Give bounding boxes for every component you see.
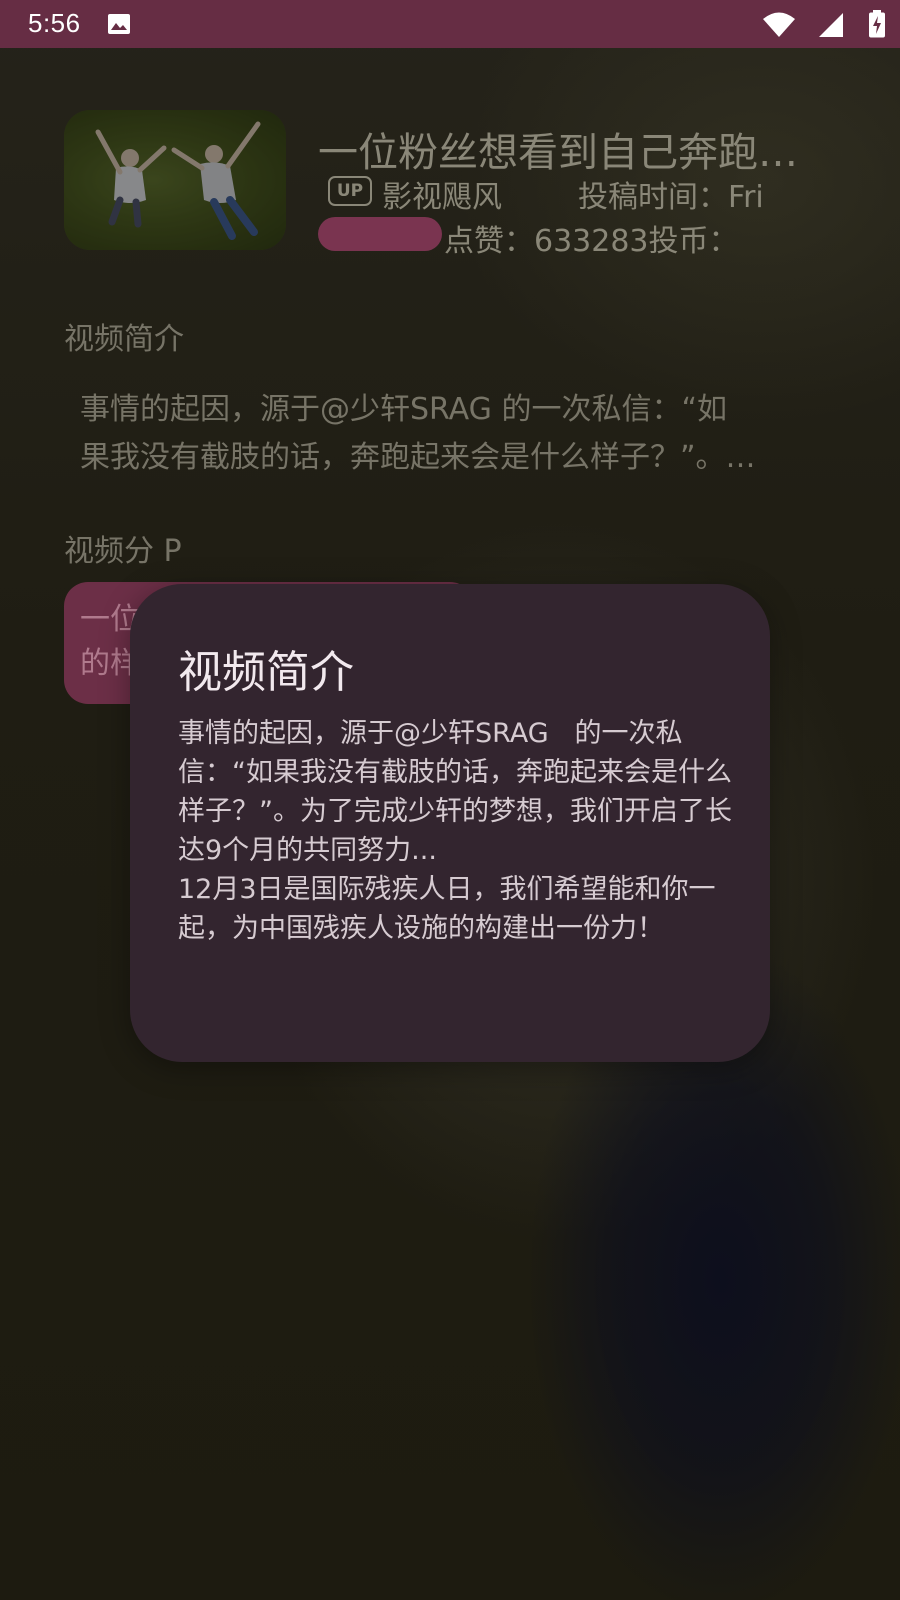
- status-bar: 5:56: [0, 0, 900, 48]
- dialog-body: 事情的起因，源于@少轩SRAG 的一次私信：“如果我没有截肢的话，奔跑起来会是什…: [178, 718, 732, 944]
- status-time: 5:56: [28, 8, 81, 38]
- dialog-title: 视频简介: [178, 647, 354, 698]
- battery-charging-icon: [869, 10, 885, 38]
- wifi-icon: [763, 12, 795, 37]
- status-icons: [746, 10, 886, 38]
- signal-icon: [819, 13, 843, 37]
- intro-dialog: 视频简介 事情的起因，源于@少轩SRAG 的一次私信：“如果我没有截肢的话，奔跑…: [130, 584, 770, 1062]
- image-icon: [108, 14, 130, 34]
